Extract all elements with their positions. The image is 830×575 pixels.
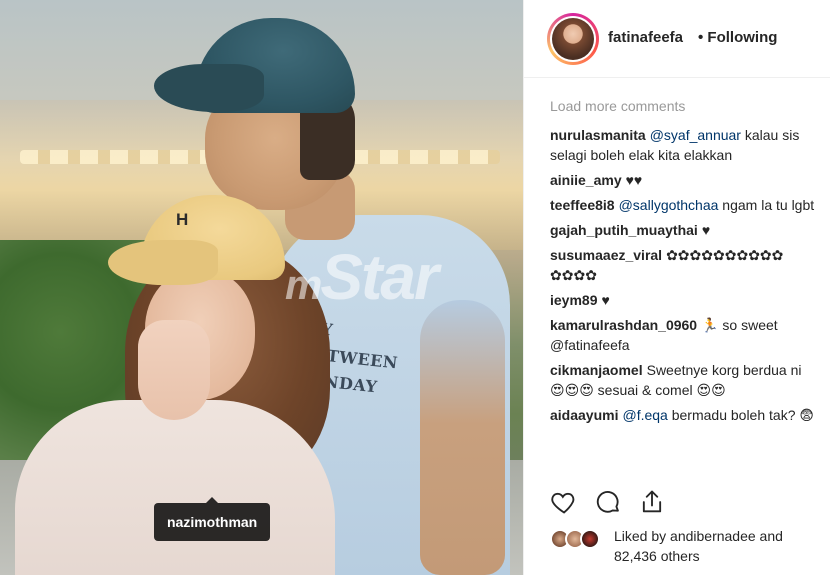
- comment-username[interactable]: cikmanjaomel: [550, 362, 643, 378]
- comment-text: ngam la tu lgbt: [718, 197, 815, 213]
- comment-text: ♥: [601, 292, 610, 308]
- man-arm: [420, 300, 505, 575]
- comment-item: teeffee8i8 @sallygothchaa ngam la tu lgbt: [550, 195, 816, 215]
- comment-text: bermadu boleh tak? 😨: [667, 407, 814, 423]
- comment-item: aidaayumi @f.eqa bermadu boleh tak? 😨: [550, 405, 816, 425]
- likes-summary[interactable]: Liked by andibernadee and 82,436 others: [550, 525, 820, 569]
- comment-username[interactable]: ieym89: [550, 292, 597, 308]
- comment-username[interactable]: kamarulrashdan_0960: [550, 317, 697, 333]
- woman-top: [15, 400, 335, 575]
- avatar-image: [552, 18, 594, 60]
- following-button[interactable]: • Following: [698, 29, 777, 46]
- comment-text: ♥: [701, 222, 711, 238]
- comment-item: cikmanjaomel Sweetnye korg berdua ni 😍😍😍 …: [550, 360, 816, 400]
- woman-cap-brim: [108, 240, 218, 285]
- comment-username[interactable]: susumaaez_viral: [550, 247, 662, 263]
- comment-username[interactable]: nurulasmanita: [550, 127, 646, 143]
- comment-item: susumaaez_viral ✿✿✿✿✿✿✿✿✿✿ ✿✿✿✿: [550, 245, 816, 285]
- comment-username[interactable]: teeffee8i8: [550, 197, 615, 213]
- likes-count-text: Liked by andibernadee and 82,436 others: [614, 528, 783, 564]
- comment-mention[interactable]: @syaf_annuar: [650, 127, 741, 143]
- action-bar: [550, 488, 820, 520]
- comment-item: kamarulrashdan_0960 🏃 so sweet @fatinafee…: [550, 315, 816, 355]
- comment-username[interactable]: aidaayumi: [550, 407, 618, 423]
- heart-icon[interactable]: [550, 488, 580, 518]
- comment-text: ♥♥: [625, 172, 643, 188]
- comment-item: gajah_putih_muaythai ♥: [550, 220, 816, 240]
- comment-item: ainiie_amy ♥♥: [550, 170, 816, 190]
- user-tag[interactable]: nazimothman: [154, 497, 271, 541]
- comment-mention[interactable]: @sallygothchaa: [619, 197, 719, 213]
- woman-hand: [138, 320, 210, 420]
- avatar[interactable]: [547, 13, 599, 65]
- comment-username[interactable]: ainiie_amy: [550, 172, 622, 188]
- share-icon[interactable]: [638, 488, 668, 518]
- comment-item: ieym89 ♥: [550, 290, 816, 310]
- load-more-comments-button[interactable]: Load more comments: [550, 98, 685, 114]
- post-header: fatinafeefa • Following: [524, 0, 830, 78]
- liker-avatar: [580, 529, 600, 549]
- username-link[interactable]: fatinafeefa: [608, 29, 683, 46]
- post-photo[interactable]: MY BETWEEN SUNDAY H mStar nazimothman: [0, 0, 523, 575]
- comment-bubble-icon[interactable]: [594, 488, 624, 518]
- comment-item: nurulasmanita @syaf_annuar kalau sis sela…: [550, 125, 816, 165]
- cap-logo: H: [176, 210, 189, 229]
- comment-username[interactable]: gajah_putih_muaythai: [550, 222, 698, 238]
- watermark: mStar: [285, 241, 439, 313]
- comments-panel: fatinafeefa • Following Load more commen…: [523, 0, 830, 575]
- comment-mention[interactable]: @f.eqa: [622, 407, 667, 423]
- comment-list: nurulasmanita @syaf_annuar kalau sis sela…: [550, 125, 816, 430]
